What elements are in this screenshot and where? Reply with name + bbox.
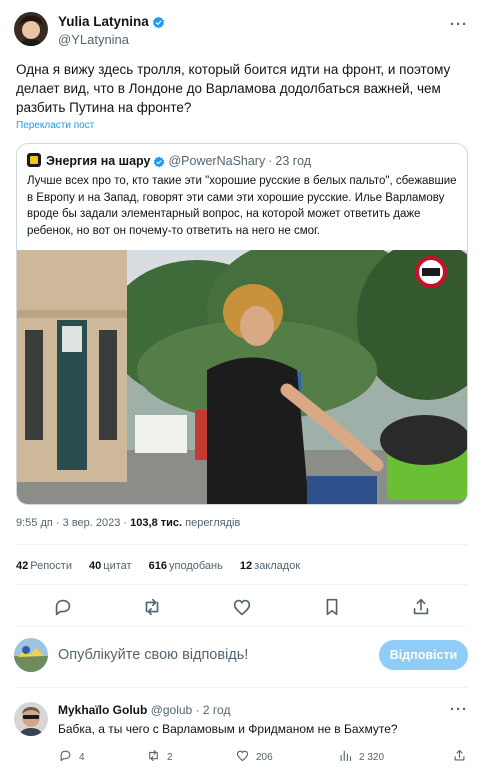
quote-text: Лучше всех про то, кто такие эти "хороши… <box>27 175 457 237</box>
tweet-meta: 9:55 дп · 3 вер. 2023 · 103,8 тис. перег… <box>16 517 240 529</box>
bookmarks-count: 12 <box>239 560 253 572</box>
views-icon <box>340 750 352 762</box>
commenter-avatar[interactable] <box>14 702 48 736</box>
comment-like[interactable]: 206 <box>235 748 273 764</box>
quotes-label: цитат <box>103 560 132 572</box>
comment-repost-count: 2 <box>167 752 173 763</box>
comment-reply[interactable]: 4 <box>58 748 85 764</box>
quote-author-name: Энергия на шару <box>46 154 151 168</box>
reply-icon[interactable] <box>52 596 74 618</box>
author-handle[interactable]: @YLatynina <box>58 31 165 48</box>
comment-like-count: 206 <box>256 752 273 763</box>
quote-header: Энергия на шару @PowerNaShary · 23 год <box>27 153 311 171</box>
quote-time: 23 год <box>275 154 312 168</box>
reposts-label: Репости <box>30 560 72 572</box>
share-icon <box>454 749 465 761</box>
reposts-stat[interactable]: 42 Репости <box>16 560 72 572</box>
meta-dot: · <box>55 517 60 529</box>
like-icon[interactable] <box>231 596 253 618</box>
bookmarks-stat[interactable]: 12 закладок <box>240 560 300 572</box>
comment-share[interactable] <box>452 748 473 764</box>
quotes-count: 40 <box>89 560 102 572</box>
bookmarks-label: закладок <box>254 560 301 572</box>
share-icon[interactable] <box>410 596 432 618</box>
likes-count: 616 <box>148 560 167 572</box>
like-icon <box>236 750 249 762</box>
likes-stat[interactable]: 616 уподобань <box>149 560 223 572</box>
verified-badge-icon <box>154 156 165 168</box>
author-names: Yulia Latynina @YLatynina <box>58 13 165 48</box>
reposts-count: 42 <box>16 560 29 572</box>
divider <box>16 544 468 545</box>
views-label: переглядів <box>185 517 241 529</box>
tweet-date[interactable]: 3 вер. 2023 <box>63 517 121 529</box>
current-user-avatar <box>14 638 48 672</box>
tweet-stats: 42 Репости 40 цитат 616 уподобань 12 закладо… <box>16 560 314 572</box>
reply-icon <box>60 750 71 762</box>
bookmark-icon[interactable] <box>321 596 343 618</box>
author-avatar[interactable] <box>14 12 48 46</box>
more-icon[interactable]: ··· <box>450 16 468 33</box>
likes-label: уподобань <box>169 560 223 572</box>
commenter-handle[interactable]: @golub <box>151 703 193 717</box>
divider <box>16 626 468 627</box>
quoted-tweet[interactable]: Энергия на шару @PowerNaShary · 23 год Лучш… <box>16 143 468 505</box>
divider <box>16 687 468 688</box>
verified-badge-icon[interactable] <box>152 16 165 29</box>
comment-dot: · <box>195 703 200 717</box>
comment[interactable]: Mykhaïlo Golub @golub · 2 год ··· Бабка,… <box>14 698 470 768</box>
quote-author-avatar[interactable] <box>27 153 41 167</box>
tweet-header: Yulia Latynina @YLatynina ··· <box>14 10 470 50</box>
comment-actions: 4 2 206 2 320 <box>58 748 470 764</box>
tweet-actions <box>16 596 468 618</box>
tweet-text: Одна я вижу здесь тролля, который боится… <box>16 62 451 115</box>
views-count: 103,8 тис. <box>130 517 183 529</box>
comment-text: Бабка, а ты чего с Варламовым и Фридмано… <box>58 722 398 736</box>
comment-views-count: 2 320 <box>359 752 385 763</box>
commenter-name[interactable]: Mykhaïlo Golub <box>58 703 147 717</box>
comment-reply-count: 4 <box>79 752 85 763</box>
comment-header: Mykhaïlo Golub @golub · 2 год <box>58 703 230 717</box>
reply-input[interactable]: Опублікуйте свою відповідь! <box>58 647 248 663</box>
translate-link[interactable]: Перекласти пост <box>16 120 94 131</box>
tweet-time[interactable]: 9:55 дп <box>16 517 53 529</box>
reply-button[interactable]: Відповісти <box>379 640 468 670</box>
repost-icon <box>149 749 158 762</box>
divider <box>16 584 468 585</box>
quote-video-thumbnail[interactable] <box>17 250 468 505</box>
meta-dot: · <box>123 517 128 529</box>
quotes-stat[interactable]: 40 цитат <box>89 560 132 572</box>
author-name[interactable]: Yulia Latynina <box>58 14 149 29</box>
repost-icon[interactable] <box>141 596 163 618</box>
comment-time[interactable]: 2 год <box>203 703 231 717</box>
comment-views[interactable]: 2 320 <box>338 748 384 764</box>
reply-composer: Опублікуйте свою відповідь! Відповісти <box>14 638 470 674</box>
quote-author-handle: @PowerNaShary <box>168 154 266 168</box>
more-icon[interactable]: ··· <box>450 701 468 718</box>
comment-repost[interactable]: 2 <box>146 748 173 764</box>
quote-dot: · <box>268 154 273 168</box>
